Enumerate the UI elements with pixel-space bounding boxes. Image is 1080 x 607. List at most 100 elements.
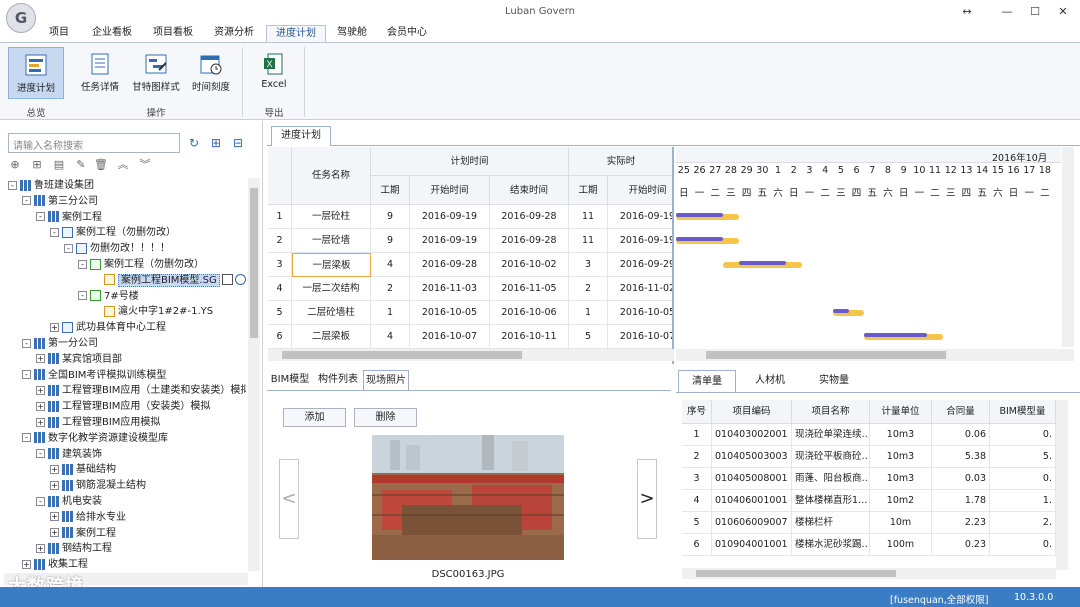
quantity-cell[interactable]: 0. (990, 424, 1056, 446)
scroll-thumb[interactable] (696, 570, 896, 577)
task-cell-no[interactable]: 2 (268, 229, 292, 253)
gantt-horizontal-scrollbar[interactable] (676, 349, 1074, 361)
task-cell-astart[interactable]: 2016-09-19 (608, 229, 672, 253)
quantity-cell[interactable]: 5.38 (932, 446, 990, 468)
model-view-icon[interactable] (234, 274, 246, 286)
tree-node[interactable]: + 钢结构工程 (36, 541, 112, 557)
task-cell-end[interactable]: 2016-11-05 (490, 277, 569, 301)
add-photo-button[interactable]: 添加 (283, 408, 346, 427)
quantity-cell[interactable]: 010405008001 (712, 468, 792, 490)
task-cell-start[interactable]: 2016-09-19 (410, 205, 490, 229)
tree-node[interactable]: - 勿删勿改！！！！ (64, 241, 170, 257)
quantity-horizontal-scrollbar[interactable] (682, 568, 1056, 579)
task-cell-no[interactable]: 1 (268, 205, 292, 229)
task-cell-adur[interactable]: 2 (569, 277, 608, 301)
task-cell-adur[interactable]: 11 (569, 229, 608, 253)
tree-node[interactable]: - 全国BIM考评模拟训练模型 (22, 368, 166, 384)
move-up-icon[interactable]: ︽ (116, 158, 130, 172)
tree-expander-icon[interactable]: + (22, 559, 31, 569)
task-cell-dur[interactable]: 4 (371, 253, 410, 277)
task-cell-name[interactable]: 二层梁板 (292, 325, 371, 349)
scroll-thumb[interactable] (706, 351, 946, 359)
col-task-name[interactable]: 任务名称 (292, 147, 371, 205)
tree-node[interactable]: - 案例工程（勿删勿改） (78, 257, 204, 273)
quantity-cell[interactable]: 10m3 (870, 446, 932, 468)
task-cell-end[interactable]: 2016-09-28 (490, 205, 569, 229)
tab-labor-material-machine[interactable]: 人材机 (738, 370, 802, 392)
tab-physical-quantity[interactable]: 实物量 (804, 370, 864, 392)
delete-photo-button[interactable]: 删除 (354, 408, 417, 427)
menu-cockpit[interactable]: 驾驶舱 (334, 25, 370, 42)
tree-expander-icon[interactable]: + (50, 512, 59, 522)
delete-icon[interactable]: 🗑 (94, 158, 108, 172)
quantity-cell[interactable]: 0. (990, 468, 1056, 490)
quantity-column-header[interactable]: 合同量 (932, 400, 990, 424)
export-excel-button[interactable]: X Excel (252, 47, 296, 99)
quantity-cell[interactable]: 0.03 (932, 468, 990, 490)
col-plan-end[interactable]: 结束时间 (490, 176, 569, 205)
task-cell-dur[interactable]: 9 (371, 229, 410, 253)
schedule-overview-button[interactable]: 进度计划 (8, 47, 64, 99)
menu-resource-analysis[interactable]: 资源分析 (210, 25, 258, 42)
tree-node[interactable]: + 钢筋混凝土结构 (50, 478, 146, 494)
task-cell-adur[interactable]: 3 (569, 253, 608, 277)
col-plan-duration[interactable]: 工期 (371, 176, 410, 205)
menu-enterprise-board[interactable]: 企业看板 (88, 25, 136, 42)
quantity-cell[interactable]: 010403002001 (712, 424, 792, 446)
task-cell-astart[interactable]: 2016-09-19 (608, 205, 672, 229)
quantity-cell[interactable]: 雨蓬、阳台板商… (792, 468, 870, 490)
quantity-cell[interactable]: 2. (990, 512, 1056, 534)
tree-expander-icon[interactable]: + (50, 464, 59, 474)
menu-project[interactable]: 项目 (44, 25, 74, 42)
tree-expander-icon[interactable]: - (64, 243, 73, 253)
quantity-cell[interactable]: 楼梯栏杆 (792, 512, 870, 534)
tree-expander-icon[interactable]: + (36, 354, 45, 364)
quantity-column-header[interactable]: 项目编码 (712, 400, 792, 424)
quantity-column-header[interactable]: 项目名称 (792, 400, 870, 424)
quantity-cell[interactable]: 10m3 (870, 424, 932, 446)
tree-expander-icon[interactable]: + (50, 322, 59, 332)
quantity-cell[interactable]: 010606009007 (712, 512, 792, 534)
quantity-cell[interactable]: 整体楼梯直形1… (792, 490, 870, 512)
task-cell-adur[interactable]: 11 (569, 205, 608, 229)
quantity-cell[interactable]: 现浇砼平板商砼… (792, 446, 870, 468)
quantity-cell[interactable]: 0.23 (932, 534, 990, 556)
quantity-cell[interactable]: 0.06 (932, 424, 990, 446)
tree-node[interactable]: - 第三分公司 (22, 194, 98, 210)
quantity-cell[interactable]: 楼梯水泥砂浆踢… (792, 534, 870, 556)
task-cell-astart[interactable]: 2016-10-05 (608, 301, 672, 325)
task-cell-start[interactable]: 2016-11-03 (410, 277, 490, 301)
minimize-icon[interactable]: — (995, 3, 1019, 21)
quantity-vertical-scrollbar[interactable] (1056, 400, 1068, 570)
tree-node[interactable]: + 武功县体育中心工程 (50, 320, 166, 336)
tree-node[interactable]: + 某宾馆项目部 (36, 352, 122, 368)
task-cell-dur[interactable]: 4 (371, 325, 410, 349)
collapse-all-icon[interactable]: ⊟ (230, 135, 246, 151)
tree-expander-icon[interactable]: - (78, 259, 87, 269)
quantity-column-header[interactable]: 序号 (682, 400, 712, 424)
quantity-cell[interactable]: 1 (682, 424, 712, 446)
previous-photo-button[interactable]: < (279, 459, 299, 539)
tree-expander-icon[interactable]: - (8, 180, 17, 190)
task-cell-name[interactable]: 一层砼墙 (292, 229, 371, 253)
quantity-cell[interactable]: 2 (682, 446, 712, 468)
tree-expander-icon[interactable]: - (22, 338, 31, 348)
tree-expander-icon[interactable]: + (50, 480, 59, 490)
tree-expander-icon[interactable]: - (22, 370, 31, 380)
tab-site-photos[interactable]: 现场照片 (363, 370, 409, 390)
menu-project-board[interactable]: 项目看板 (150, 25, 196, 42)
tab-component-list[interactable]: 构件列表 (315, 370, 361, 390)
task-cell-name[interactable]: 一层砼柱 (292, 205, 371, 229)
menu-schedule[interactable]: 进度计划 (266, 25, 326, 42)
task-cell-name[interactable]: 一层二次结构 (292, 277, 371, 301)
task-cell-no[interactable]: 3 (268, 253, 292, 277)
next-photo-button[interactable]: > (637, 459, 657, 539)
task-cell-no[interactable]: 5 (268, 301, 292, 325)
quantity-cell[interactable]: 0. (990, 534, 1056, 556)
tree-expander-icon[interactable]: + (50, 528, 59, 538)
tree-node[interactable]: 滬火中字1#2#-1.YS (92, 304, 213, 320)
task-cell-start[interactable]: 2016-09-19 (410, 229, 490, 253)
tree-node[interactable]: 案例工程BIM模型.SG (92, 273, 246, 289)
task-cell-no[interactable]: 6 (268, 325, 292, 349)
tree-expander-icon[interactable]: - (50, 227, 59, 237)
